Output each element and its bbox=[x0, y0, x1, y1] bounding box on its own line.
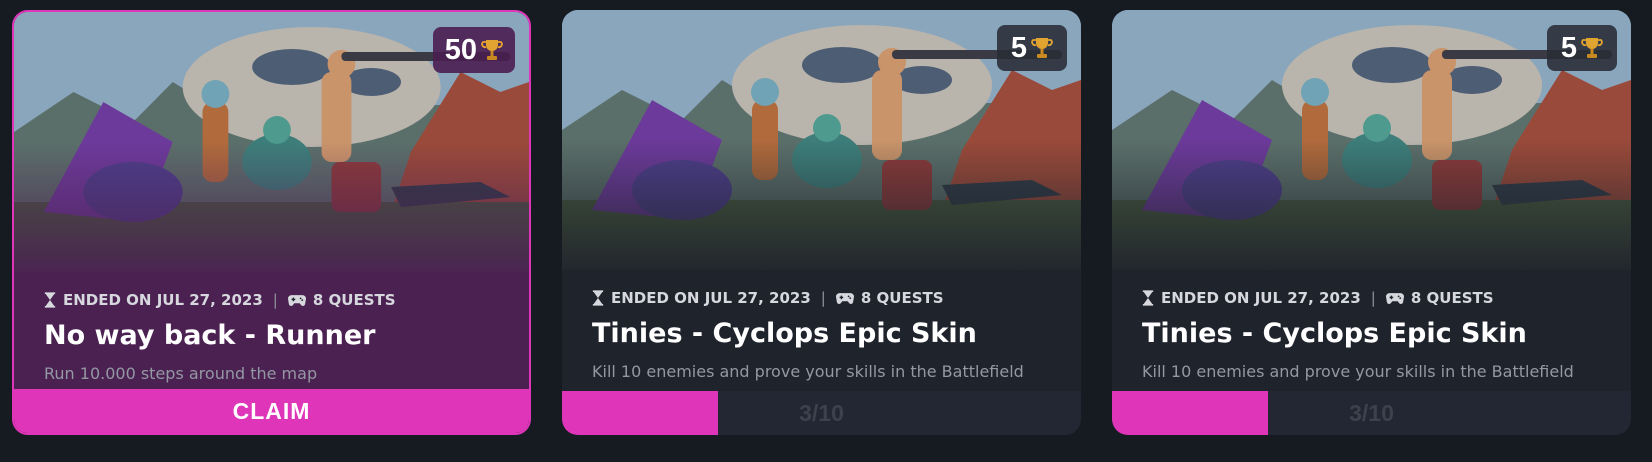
claim-button[interactable]: CLAIM bbox=[14, 389, 529, 433]
reward-amount: 50 bbox=[444, 33, 477, 66]
ended-date: ENDED ON JUL 27, 2023 bbox=[611, 289, 811, 307]
trophy-icon bbox=[1581, 35, 1603, 61]
quest-card[interactable]: 5 ENDED ON JUL 27, 2023 | 8 QUESTS Tinie… bbox=[1112, 10, 1631, 435]
quest-description: Run 10.000 steps around the map bbox=[44, 364, 318, 383]
quest-meta: ENDED ON JUL 27, 2023 | 8 QUESTS bbox=[592, 289, 944, 307]
quest-progress-bar: 3/10 bbox=[562, 391, 1081, 435]
quest-title: No way back - Runner bbox=[44, 320, 376, 351]
quest-card[interactable]: 50 ENDED ON JUL 27, 2023 | 8 QUESTS No w… bbox=[12, 10, 531, 435]
hourglass-icon bbox=[592, 290, 604, 306]
quest-progress-bar: 3/10 bbox=[1112, 391, 1631, 435]
quest-card[interactable]: 5 ENDED ON JUL 27, 2023 | 8 QUESTS Tinie… bbox=[562, 10, 1081, 435]
progress-text: 3/10 bbox=[799, 399, 844, 426]
quest-card-list: 50 ENDED ON JUL 27, 2023 | 8 QUESTS No w… bbox=[0, 0, 1652, 462]
meta-divider: | bbox=[1370, 289, 1376, 307]
reward-amount: 5 bbox=[1560, 31, 1578, 64]
gamepad-icon bbox=[288, 294, 306, 307]
artwork-fade bbox=[1112, 140, 1631, 280]
gamepad-icon bbox=[836, 292, 854, 305]
ended-date: ENDED ON JUL 27, 2023 bbox=[63, 291, 263, 309]
meta-divider: | bbox=[820, 289, 826, 307]
quest-title: Tinies - Cyclops Epic Skin bbox=[1142, 318, 1527, 349]
quest-meta: ENDED ON JUL 27, 2023 | 8 QUESTS bbox=[44, 291, 396, 309]
quest-count: 8 QUESTS bbox=[1410, 289, 1494, 307]
reward-badge: 50 bbox=[432, 27, 515, 73]
hourglass-icon bbox=[44, 292, 56, 308]
quest-meta: ENDED ON JUL 27, 2023 | 8 QUESTS bbox=[1142, 289, 1494, 307]
quest-description: Kill 10 enemies and prove your skills in… bbox=[592, 362, 1024, 381]
trophy-icon bbox=[481, 37, 503, 63]
quest-count: 8 QUESTS bbox=[860, 289, 944, 307]
reward-amount: 5 bbox=[1010, 31, 1028, 64]
artwork-fade bbox=[562, 140, 1081, 280]
artwork-fade bbox=[14, 142, 529, 282]
reward-badge: 5 bbox=[997, 25, 1067, 71]
progress-text: 3/10 bbox=[1349, 399, 1394, 426]
ended-date: ENDED ON JUL 27, 2023 bbox=[1161, 289, 1361, 307]
gamepad-icon bbox=[1386, 292, 1404, 305]
reward-badge: 5 bbox=[1547, 25, 1617, 71]
hourglass-icon bbox=[1142, 290, 1154, 306]
quest-count: 8 QUESTS bbox=[312, 291, 396, 309]
trophy-icon bbox=[1031, 35, 1053, 61]
quest-title: Tinies - Cyclops Epic Skin bbox=[592, 318, 977, 349]
quest-description: Kill 10 enemies and prove your skills in… bbox=[1142, 362, 1574, 381]
meta-divider: | bbox=[272, 291, 278, 309]
